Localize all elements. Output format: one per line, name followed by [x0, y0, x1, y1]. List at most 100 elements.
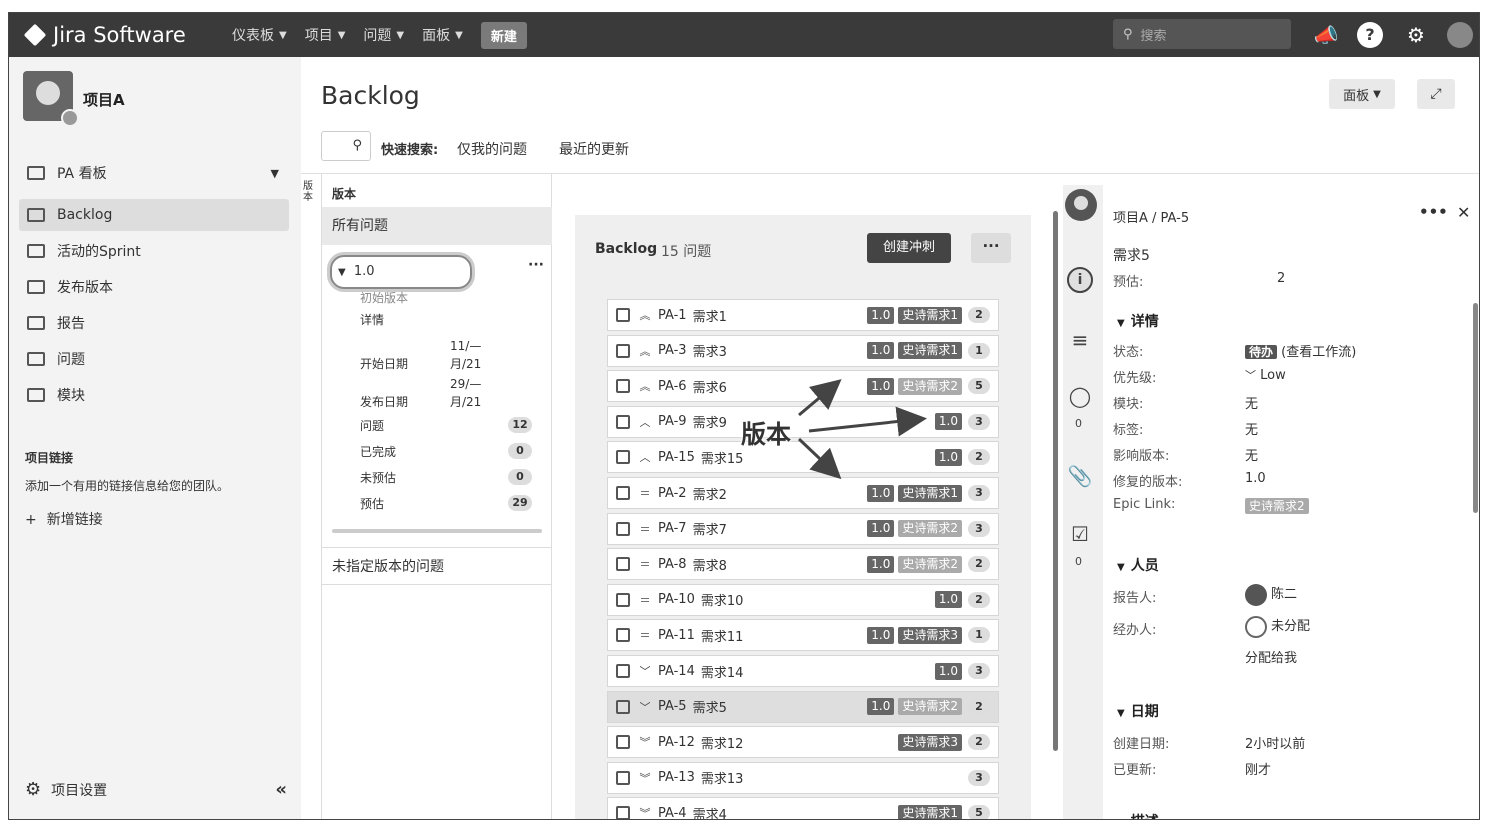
- issue-key[interactable]: PA-9: [658, 414, 687, 429]
- issue-key[interactable]: PA-13: [658, 770, 695, 785]
- project-settings-button[interactable]: ⚙ 项目设置 «: [25, 779, 287, 800]
- nav-projects[interactable]: 项目 ▼: [305, 25, 346, 45]
- epic-lozenge[interactable]: 史诗需求3: [898, 733, 962, 751]
- attachment-icon[interactable]: 📎: [1067, 463, 1093, 489]
- epic-lozenge[interactable]: 史诗需求1: [898, 342, 962, 360]
- issue-row[interactable]: ＝ PA-8 需求8 1.0 史诗需求2 2: [607, 548, 999, 581]
- issue-key[interactable]: PA-8: [658, 557, 687, 572]
- issue-key[interactable]: PA-12: [658, 735, 695, 750]
- assignee-field[interactable]: 未分配: [1245, 615, 1310, 638]
- issue-row[interactable]: ︽ PA-6 需求6 1.0 史诗需求2 5: [607, 370, 999, 403]
- versions-tab[interactable]: 版本: [303, 181, 319, 203]
- epic-lozenge[interactable]: 史诗需求3: [898, 626, 962, 644]
- issue-row[interactable]: ﹀ PA-5 需求5 1.0 史诗需求2 2: [607, 690, 999, 723]
- component-value[interactable]: 无: [1245, 393, 1258, 412]
- details-section-toggle[interactable]: ▼ 详情: [1117, 311, 1159, 331]
- all-issues-filter[interactable]: 所有问题: [322, 207, 552, 245]
- issue-row[interactable]: ＝ PA-11 需求11 1.0 史诗需求3 1: [607, 619, 999, 652]
- issue-breadcrumb[interactable]: 项目A / PA-5: [1113, 207, 1189, 226]
- project-avatar[interactable]: [23, 71, 79, 127]
- issue-row[interactable]: ︽ PA-3 需求3 1.0 史诗需求1 1: [607, 334, 999, 367]
- issue-key[interactable]: PA-1: [658, 308, 687, 323]
- collapse-sidebar-icon[interactable]: «: [275, 779, 287, 800]
- issue-row[interactable]: ＝ PA-7 需求7 1.0 史诗需求2 3: [607, 512, 999, 545]
- sidebar-item-reports[interactable]: 报告: [19, 307, 289, 339]
- description-section-toggle[interactable]: ▼ 描述: [1117, 811, 1159, 819]
- epic-lozenge[interactable]: 史诗需求2: [898, 377, 962, 395]
- unassigned-version-filter[interactable]: 未指定版本的问题: [322, 547, 552, 585]
- affects-version-value[interactable]: 无: [1245, 445, 1258, 464]
- chevron-down-icon[interactable]: ▼: [271, 167, 279, 180]
- issue-row[interactable]: ︽ PA-1 需求1 1.0 史诗需求1 2: [607, 299, 999, 331]
- version-1-0-item[interactable]: ▼ 1.0: [330, 255, 472, 289]
- detail-scrollbar[interactable]: [1473, 303, 1478, 513]
- backlog-more-button[interactable]: ···: [971, 233, 1011, 263]
- version-more-button[interactable]: ···: [528, 257, 544, 273]
- issue-key[interactable]: PA-10: [658, 592, 695, 607]
- search-input[interactable]: ⚲ 搜索: [1113, 19, 1291, 49]
- status-badge[interactable]: 待办: [1245, 345, 1278, 359]
- epic-link-field[interactable]: 史诗需求2: [1245, 497, 1309, 514]
- epic-lozenge[interactable]: 史诗需求1: [898, 804, 962, 819]
- sidebar-item-components[interactable]: 模块: [19, 379, 289, 411]
- filter-recently-updated[interactable]: 最近的更新: [559, 139, 629, 159]
- dates-section-toggle[interactable]: ▼ 日期: [1117, 701, 1159, 721]
- priority-field[interactable]: ﹀ Low: [1245, 367, 1286, 383]
- nav-boards[interactable]: 面板 ▼: [422, 25, 463, 45]
- create-button[interactable]: 新建: [480, 21, 527, 49]
- issue-key[interactable]: PA-7: [658, 521, 687, 536]
- gear-icon[interactable]: ⚙: [1403, 22, 1429, 48]
- fix-version-value[interactable]: 1.0: [1245, 471, 1266, 486]
- issue-row[interactable]: ︿ PA-9 需求9 1.0 3: [607, 405, 999, 438]
- epic-lozenge[interactable]: 史诗需求2: [898, 555, 962, 573]
- status-field[interactable]: 待办 (查看工作流): [1245, 341, 1356, 360]
- fullscreen-button[interactable]: ⤢: [1417, 79, 1455, 109]
- epic-lozenge[interactable]: 史诗需求1: [898, 484, 962, 502]
- description-icon[interactable]: ≡: [1067, 327, 1093, 353]
- issue-key[interactable]: PA-14: [658, 664, 695, 679]
- nav-issues[interactable]: 问题 ▼: [363, 25, 404, 45]
- info-icon[interactable]: i: [1067, 267, 1093, 293]
- estimate-value[interactable]: 2: [1277, 271, 1285, 286]
- announcement-icon[interactable]: 📣: [1313, 22, 1339, 48]
- project-name[interactable]: 项目A: [83, 89, 125, 110]
- issue-summary[interactable]: 需求5: [1113, 245, 1150, 265]
- quick-search-input[interactable]: ⚲: [321, 131, 371, 161]
- labels-value[interactable]: 无: [1245, 419, 1258, 438]
- help-icon[interactable]: ?: [1357, 22, 1383, 48]
- issue-row[interactable]: ︾ PA-12 需求12 史诗需求3 2: [607, 726, 999, 759]
- epic-lozenge[interactable]: 史诗需求2: [898, 698, 962, 716]
- issue-row[interactable]: ＝ PA-10 需求10 1.0 2: [607, 583, 999, 616]
- comment-icon[interactable]: ◯: [1067, 383, 1093, 409]
- user-avatar[interactable]: [1447, 22, 1473, 48]
- sidebar-item-active-sprint[interactable]: 活动的Sprint: [19, 235, 289, 267]
- checklist-icon[interactable]: ☑: [1067, 521, 1093, 547]
- epic-link-value[interactable]: 史诗需求2: [1245, 498, 1309, 514]
- issue-row[interactable]: ﹀ PA-14 需求14 1.0 3: [607, 655, 999, 687]
- issue-row[interactable]: ︾ PA-13 需求13 3: [607, 761, 999, 794]
- filter-only-my-issues[interactable]: 仅我的问题: [457, 139, 527, 159]
- backlog-scrollbar[interactable]: [1053, 211, 1058, 751]
- jira-logo[interactable]: Jira Software: [23, 23, 232, 47]
- issue-row[interactable]: ︿ PA-15 需求15 1.0 2: [607, 441, 999, 474]
- nav-dashboards[interactable]: 仪表板 ▼: [232, 25, 287, 45]
- issue-row[interactable]: ︾ PA-4 需求4 史诗需求1 5: [607, 797, 999, 819]
- issue-row[interactable]: ＝ PA-2 需求2 1.0 史诗需求1 3: [607, 477, 999, 509]
- reporter-field[interactable]: 陈二: [1245, 583, 1297, 606]
- horizontal-scrollbar[interactable]: [332, 529, 542, 533]
- sidebar-item-backlog[interactable]: Backlog: [19, 199, 289, 231]
- view-workflow-link[interactable]: (查看工作流): [1281, 345, 1356, 360]
- board-dropdown-button[interactable]: 面板 ▼: [1329, 79, 1395, 109]
- issue-key[interactable]: PA-4: [658, 806, 687, 819]
- add-link-button[interactable]: + 新增链接: [25, 509, 103, 529]
- sidebar-item-issues[interactable]: 问题: [19, 343, 289, 375]
- epic-lozenge[interactable]: 史诗需求2: [898, 520, 962, 538]
- close-icon[interactable]: ✕: [1457, 203, 1470, 222]
- issue-key[interactable]: PA-11: [658, 628, 695, 643]
- issue-key[interactable]: PA-15: [658, 450, 695, 465]
- epic-lozenge[interactable]: 史诗需求1: [898, 306, 962, 324]
- assign-to-me-link[interactable]: 分配给我: [1245, 647, 1297, 666]
- chevron-down-icon[interactable]: ▼: [338, 267, 346, 278]
- issue-key[interactable]: PA-5: [658, 699, 687, 714]
- issue-key[interactable]: PA-6: [658, 379, 687, 394]
